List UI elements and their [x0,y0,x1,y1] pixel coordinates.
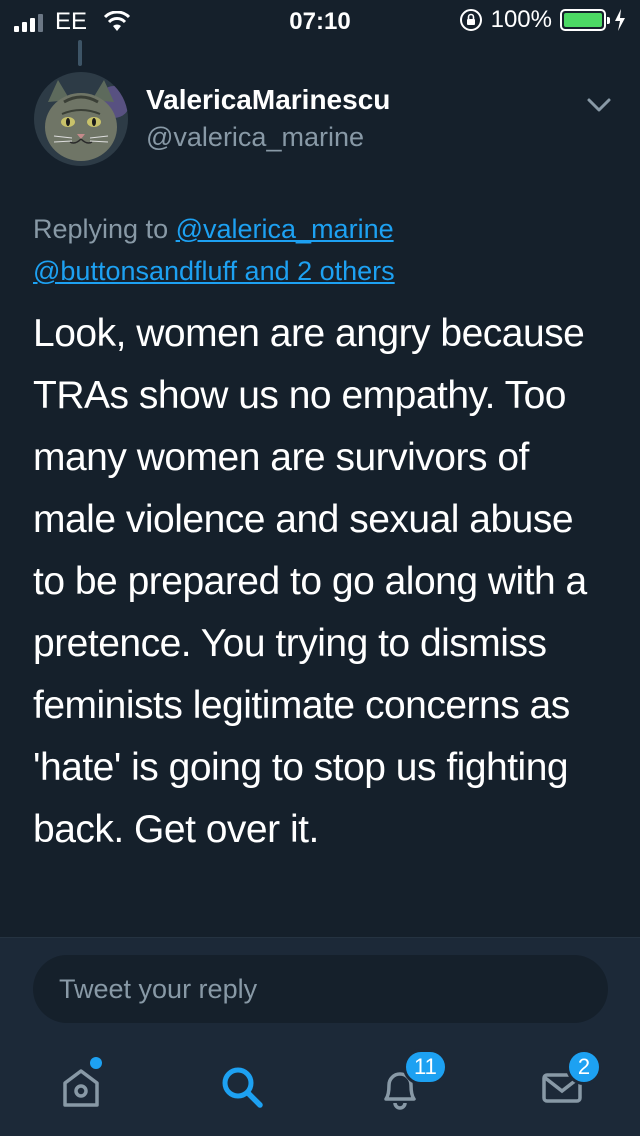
user-handle[interactable]: @valerica_marine [146,122,364,153]
messages-badge: 2 [566,1049,602,1085]
battery-percent: 100% [490,6,552,33]
avatar[interactable] [34,72,128,166]
notifications-badge: 11 [403,1049,448,1085]
home-icon[interactable] [55,1061,107,1113]
replying-label: Replying to [33,214,169,244]
cat-avatar-image [34,72,128,166]
reply-mention-link[interactable]: @valerica_marine [176,214,394,244]
replying-to: Replying to @valerica_marine @buttonsand… [33,208,613,292]
battery-fill [564,13,602,27]
tab-bar: 11 2 [0,1039,640,1136]
home-notification-dot [90,1057,102,1069]
status-right: 100% [459,6,626,34]
thread-connector-line [78,40,82,66]
reply-bar: Tweet your reply [0,937,640,1039]
chevron-down-icon[interactable] [584,90,614,120]
search-icon[interactable] [216,1061,268,1113]
charging-icon [615,9,625,31]
reply-input[interactable]: Tweet your reply [33,955,608,1023]
display-name[interactable]: ValericaMarinescu [146,84,390,116]
battery-icon [560,9,610,31]
tweet-text: Look, women are angry because TRAs show … [33,312,587,851]
orientation-lock-icon [459,9,482,31]
reply-others-link[interactable]: @buttonsandfluff and 2 others [33,256,395,286]
status-bar: EE 07:10 100% [0,0,640,40]
